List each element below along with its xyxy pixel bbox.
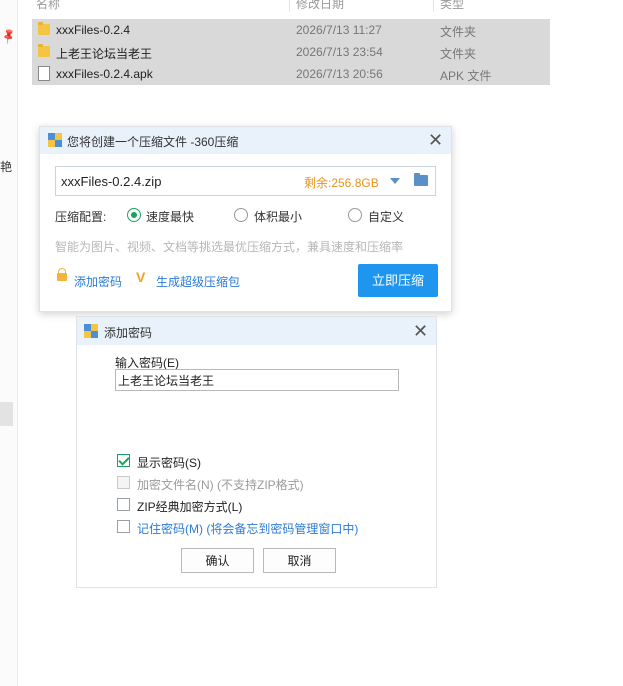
- radio-size-smallest[interactable]: [234, 208, 248, 222]
- ok-button[interactable]: 确认: [181, 548, 254, 573]
- cancel-button[interactable]: 取消: [263, 548, 336, 573]
- file-row[interactable]: xxxFiles-0.2.4 2026/7/13 11:27 文件夹: [32, 19, 550, 41]
- close-icon[interactable]: ✕: [428, 131, 443, 149]
- nav-pane-text: 艳: [0, 160, 13, 174]
- close-icon[interactable]: ✕: [413, 322, 428, 340]
- file-name: xxxFiles-0.2.4: [56, 23, 131, 37]
- super-pack-link[interactable]: 生成超级压缩包: [156, 273, 240, 290]
- file-type: 文件夹: [440, 47, 477, 61]
- checkbox-label[interactable]: ZIP经典加密方式(L): [137, 498, 242, 515]
- archive-path-value: xxxFiles-0.2.4.zip: [61, 174, 162, 189]
- nav-pane-selected-item[interactable]: [0, 402, 13, 426]
- dialog-title: 您将创建一个压缩文件 -360压缩: [67, 135, 239, 149]
- password-input[interactable]: [115, 369, 399, 391]
- checkbox-show-password[interactable]: [117, 454, 130, 467]
- dialog-titlebar[interactable]: 您将创建一个压缩文件 -360压缩 ✕: [40, 127, 451, 154]
- compress-hint-text: 智能为图片、视频、文档等挑选最优压缩方式，兼具速度和压缩率: [55, 240, 404, 254]
- app-360zip-icon: [48, 133, 62, 147]
- file-icon: [38, 66, 50, 81]
- radio-label[interactable]: 体积最小: [254, 208, 302, 225]
- column-divider[interactable]: [433, 0, 434, 12]
- add-password-dialog: 添加密码 ✕ 输入密码(E) 显示密码(S) 加密文件名(N) (不支持ZIP格…: [76, 316, 437, 588]
- vip-icon: V: [136, 269, 146, 285]
- file-row[interactable]: xxxFiles-0.2.4.apk 2026/7/13 20:56 APK 文…: [32, 63, 550, 85]
- free-space-label: 剩余:256.8GB: [304, 176, 379, 190]
- column-header-type[interactable]: 类型: [440, 0, 464, 12]
- file-type: 文件夹: [440, 25, 477, 39]
- radio-speed-fastest[interactable]: [127, 208, 141, 222]
- column-header-date[interactable]: 修改日期: [296, 0, 344, 12]
- folder-icon: [38, 22, 50, 35]
- checkbox-remember-password[interactable]: [117, 520, 130, 533]
- checkbox-label: 加密文件名(N) (不支持ZIP格式): [137, 478, 304, 492]
- checkbox-zip-classic-encryption[interactable]: [117, 498, 130, 511]
- compress-dialog: 您将创建一个压缩文件 -360压缩 ✕ xxxFiles-0.2.4.zip 剩…: [39, 126, 452, 312]
- column-header-name[interactable]: 名称: [36, 0, 60, 12]
- checkbox-label[interactable]: 显示密码(S): [137, 454, 201, 471]
- file-name: xxxFiles-0.2.4.apk: [56, 67, 153, 81]
- chevron-down-icon[interactable]: [390, 178, 400, 184]
- radio-label[interactable]: 速度最快: [146, 208, 194, 225]
- checkbox-label[interactable]: 记住密码(M) (将会备忘到密码管理窗口中): [137, 520, 358, 537]
- archive-path-field[interactable]: xxxFiles-0.2.4.zip 剩余:256.8GB: [55, 166, 436, 196]
- dialog-title: 添加密码: [104, 326, 153, 340]
- radio-label[interactable]: 自定义: [368, 208, 404, 225]
- checkbox-encrypt-filenames[interactable]: [117, 476, 130, 489]
- folder-browse-icon[interactable]: [414, 173, 428, 186]
- add-password-link[interactable]: 添加密码: [74, 273, 122, 290]
- file-date: 2026/7/13 23:54: [296, 45, 383, 59]
- folder-icon: [38, 44, 50, 57]
- radio-custom[interactable]: [348, 208, 362, 222]
- app-360zip-icon: [84, 324, 98, 338]
- file-date: 2026/7/13 11:27: [296, 23, 382, 37]
- file-date: 2026/7/13 20:56: [296, 67, 383, 81]
- navigation-pane: [0, 0, 18, 686]
- column-divider[interactable]: [289, 0, 290, 12]
- dialog-titlebar[interactable]: 添加密码 ✕: [77, 317, 436, 345]
- file-type: APK 文件: [440, 69, 492, 83]
- compress-now-button[interactable]: 立即压缩: [358, 264, 438, 297]
- file-row[interactable]: 上老王论坛当老王 2026/7/13 23:54 文件夹: [32, 41, 550, 63]
- lock-icon: [57, 268, 67, 281]
- file-name: 上老王论坛当老王: [56, 47, 153, 61]
- compress-config-label: 压缩配置:: [55, 210, 107, 224]
